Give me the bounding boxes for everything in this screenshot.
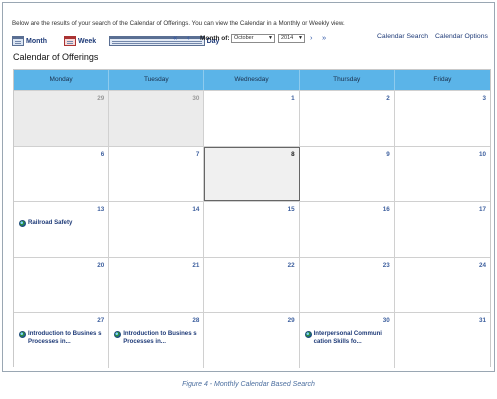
day-number[interactable]: 3 xyxy=(483,95,487,102)
day-number[interactable]: 28 xyxy=(192,317,199,324)
calendar-day-cell[interactable]: 17 xyxy=(394,202,491,257)
calendar-day-cell[interactable]: 15 xyxy=(204,202,300,257)
calendar-options-link[interactable]: Calendar Options xyxy=(435,33,488,40)
day-number[interactable]: 8 xyxy=(291,151,295,158)
event-title: Introduction to Busines s Processes in..… xyxy=(28,330,102,345)
calendar-day-cell[interactable]: 22 xyxy=(204,257,300,313)
day-number[interactable]: 13 xyxy=(97,206,104,213)
week-calendar-icon xyxy=(64,36,76,46)
calendar-day-cell[interactable]: 14 xyxy=(109,202,205,257)
figure-caption: Figure 4 - Monthly Calendar Based Search xyxy=(182,381,315,388)
day-number[interactable]: 15 xyxy=(288,206,295,213)
day-number[interactable]: 29 xyxy=(288,317,295,324)
month-calendar-grid: Monday Tuesday Wednesday Thursday Friday… xyxy=(13,69,491,368)
day-number[interactable]: 17 xyxy=(479,206,486,213)
month-view-label: Month xyxy=(26,37,47,45)
month-select[interactable]: October ▼ xyxy=(231,34,275,43)
calendar-day-cell[interactable]: 1 xyxy=(204,91,300,146)
day-number[interactable]: 14 xyxy=(192,206,199,213)
calendar-day-cell[interactable]: 2 xyxy=(299,91,395,146)
day-number[interactable]: 16 xyxy=(383,206,390,213)
event-title: Interpersonal Communi cation Skills fo..… xyxy=(313,330,383,345)
calendar-day-cell[interactable]: 20 xyxy=(14,257,110,313)
calendar-day-cell[interactable]: 10 xyxy=(394,146,491,202)
day-number[interactable]: 29 xyxy=(97,95,104,102)
chevron-down-icon: ▼ xyxy=(268,35,273,41)
calendar-week-row: 20 21 22 23 24 xyxy=(14,256,491,313)
weekday-header: Thursday xyxy=(300,70,395,90)
globe-icon xyxy=(19,219,26,227)
year-select-value: 2014 xyxy=(281,35,294,41)
calendar-day-cell[interactable]: 29 xyxy=(14,91,110,146)
intro-text: Below are the results of your search of … xyxy=(12,20,345,27)
weekday-header: Tuesday xyxy=(109,70,205,90)
day-number[interactable]: 20 xyxy=(97,262,104,269)
day-number[interactable]: 21 xyxy=(192,262,199,269)
day-number[interactable]: 27 xyxy=(97,317,104,324)
left-arrow-icon[interactable]: ‹ xyxy=(187,33,190,42)
calendar-day-cell[interactable]: 27 Introduction to Busines s Processes in… xyxy=(14,313,110,368)
calendar-day-cell[interactable]: 28 Introduction to Busines s Processes in… xyxy=(109,313,205,368)
calendar-week-row: 13 Railroad Safety 14 15 16 17 xyxy=(14,201,491,257)
page-title: Calendar of Offerings xyxy=(13,52,99,62)
day-number[interactable]: 24 xyxy=(479,262,486,269)
day-number[interactable]: 30 xyxy=(383,317,390,324)
calendar-week-row: 27 Introduction to Busines s Processes in… xyxy=(14,312,491,368)
calendar-day-cell[interactable]: 13 Railroad Safety xyxy=(14,202,110,257)
day-number[interactable]: 9 xyxy=(386,151,390,158)
day-number[interactable]: 31 xyxy=(479,317,486,324)
calendar-week-row: 6 7 8 9 10 xyxy=(14,145,491,202)
double-left-arrow-icon[interactable]: « xyxy=(173,33,177,42)
year-select[interactable]: 2014 ▼ xyxy=(278,34,305,43)
calendar-day-cell[interactable]: 29 xyxy=(204,313,300,368)
weekday-header: Monday xyxy=(14,70,110,90)
calendar-day-cell[interactable]: 7 xyxy=(109,146,205,202)
day-calendar-icon xyxy=(109,36,205,46)
calendar-day-cell[interactable]: 23 xyxy=(299,257,395,313)
calendar-week-row: 29 30 1 2 3 xyxy=(14,90,491,146)
day-number[interactable]: 30 xyxy=(192,95,199,102)
globe-icon xyxy=(114,330,122,338)
calendar-search-link[interactable]: Calendar Search xyxy=(377,33,428,40)
calendar-event-link[interactable]: Railroad Safety xyxy=(19,219,104,227)
calendar-event-link[interactable]: Introduction to Busines s Processes in..… xyxy=(114,330,199,345)
month-of-label: Month of: xyxy=(200,35,230,42)
month-calendar-icon xyxy=(12,36,24,46)
calendar-page-frame: Below are the results of your search of … xyxy=(2,2,495,372)
chevron-down-icon: ▼ xyxy=(298,35,303,41)
calendar-weeks: 29 30 1 2 3 6 7 8 9 10 13 Railroad Safety 14 15 16 17 20… xyxy=(14,90,491,368)
weekday-header-row: Monday Tuesday Wednesday Thursday Friday xyxy=(14,70,490,90)
event-title: Railroad Safety xyxy=(28,219,73,227)
day-number[interactable]: 22 xyxy=(288,262,295,269)
calendar-day-cell[interactable]: 30 xyxy=(109,91,205,146)
globe-icon xyxy=(19,330,26,338)
globe-icon xyxy=(304,330,312,338)
calendar-day-cell[interactable]: 6 xyxy=(14,146,110,202)
calendar-day-cell[interactable]: 8 xyxy=(204,146,300,202)
week-view-button[interactable]: Week xyxy=(64,36,96,46)
calendar-day-cell[interactable]: 30 Interpersonal Communi cation Skills fo… xyxy=(299,313,395,368)
day-number[interactable]: 7 xyxy=(196,151,200,158)
day-number[interactable]: 6 xyxy=(101,151,105,158)
right-arrow-icon[interactable]: › xyxy=(310,33,313,42)
calendar-day-cell[interactable]: 9 xyxy=(299,146,395,202)
double-right-arrow-icon[interactable]: » xyxy=(322,33,326,42)
calendar-day-cell[interactable]: 3 xyxy=(394,91,491,146)
calendar-day-cell[interactable]: 21 xyxy=(109,257,205,313)
calendar-event-link[interactable]: Introduction to Busines s Processes in..… xyxy=(19,330,104,345)
day-number[interactable]: 2 xyxy=(386,95,390,102)
calendar-day-cell[interactable]: 31 xyxy=(394,313,491,368)
month-view-button[interactable]: Month xyxy=(12,36,47,46)
day-number[interactable]: 23 xyxy=(383,262,390,269)
calendar-day-cell[interactable]: 16 xyxy=(299,202,395,257)
day-number[interactable]: 1 xyxy=(291,95,295,102)
weekday-header: Wednesday xyxy=(204,70,300,90)
event-title: Introduction to Busines s Processes in..… xyxy=(123,330,197,345)
weekday-header: Friday xyxy=(433,76,452,83)
week-view-label: Week xyxy=(78,37,97,45)
day-number[interactable]: 10 xyxy=(479,151,486,158)
calendar-day-cell[interactable]: 24 xyxy=(394,257,491,313)
calendar-event-link[interactable]: Interpersonal Communi cation Skills fo..… xyxy=(304,330,390,345)
month-select-value: October xyxy=(234,35,254,41)
